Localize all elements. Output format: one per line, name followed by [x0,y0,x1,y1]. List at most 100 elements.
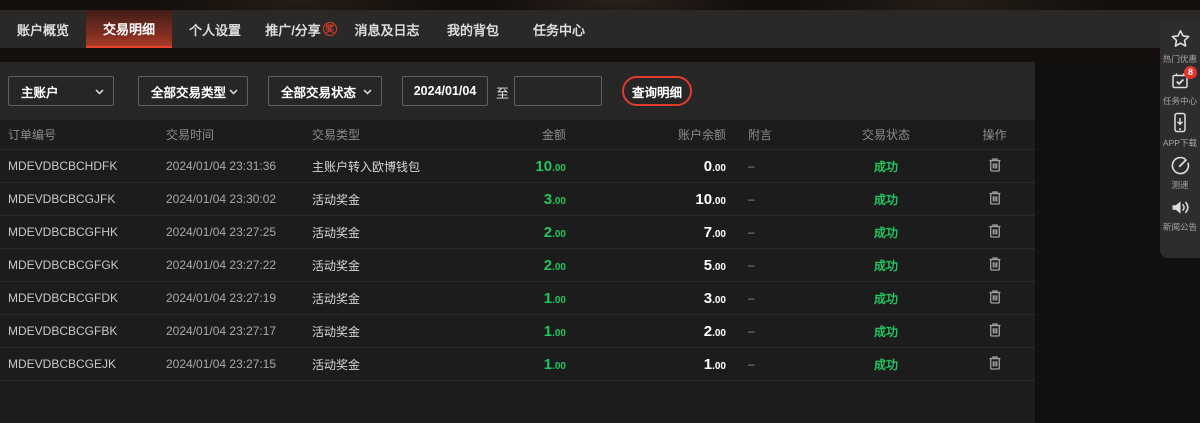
cell-transaction-time: 2024/01/04 23:27:19 [166,291,312,305]
cell-transaction-type: 活动奖金 [312,356,476,373]
table-row: MDEVDBCBCGFHK2024/01/04 23:27:25活动奖金2.00… [0,216,1035,249]
tab-消息及日志[interactable]: 消息及日志 [344,10,430,48]
cell-transaction-type: 活动奖金 [312,224,476,241]
trash-icon[interactable] [987,222,1003,239]
table-row: MDEVDBCBCGFDK2024/01/04 23:27:19活动奖金1.00… [0,282,1035,315]
tab-个人设置[interactable]: 个人设置 [172,10,258,48]
cell-account-balance: 10.00 [584,191,734,208]
speed-test-icon [1169,154,1191,176]
status-success-label: 成功 [874,160,898,174]
date-to-input[interactable] [514,76,602,106]
trash-icon[interactable] [987,354,1003,371]
cell-memo: – [734,225,818,239]
cell-actions [954,222,1035,242]
transaction-type-select[interactable]: 全部交易类型 [138,76,248,106]
table-body: MDEVDBCBCHDFK2024/01/04 23:31:36主账户转入欧博钱… [0,150,1035,381]
balance-value: 10.00 [695,193,726,207]
cell-memo: – [734,159,818,173]
cell-memo: – [734,192,818,206]
date-from-value: 2024/01/04 [414,84,477,98]
cell-transaction-time: 2024/01/04 23:30:02 [166,192,312,206]
cell-transaction-status: 成功 [818,224,954,241]
money-decimal: .00 [552,196,566,207]
tab-账户概览[interactable]: 账户概览 [0,10,86,48]
column-header: 交易状态 [818,126,954,143]
amount-value: 1.00 [544,358,566,372]
cell-amount: 10.00 [476,158,584,175]
sidebar-item-APP下载[interactable]: APP下载 [1160,112,1200,149]
cell-account-balance: 2.00 [584,323,734,340]
cell-transaction-time: 2024/01/04 23:27:22 [166,258,312,272]
date-from-input[interactable]: 2024/01/04 [402,76,488,106]
cell-amount: 2.00 [476,224,584,241]
cell-account-balance: 7.00 [584,224,734,241]
account-nav-tabs: 账户概览 交易明细个人设置推广/分享奖消息及日志我的背包任务中心 [0,10,1200,48]
cell-actions [954,354,1035,374]
trash-icon[interactable] [987,321,1003,338]
amount-value: 2.00 [544,226,566,240]
tab-label: 交易明细 [103,19,155,38]
cell-transaction-status: 成功 [818,290,954,307]
column-header: 账户余额 [584,126,734,143]
query-details-label: 查询明细 [632,82,682,101]
money-decimal: .00 [712,196,726,207]
cell-actions [954,189,1035,209]
query-details-button[interactable]: 查询明细 [622,76,692,106]
trash-icon[interactable] [987,255,1003,272]
sidebar-item-新闻公告[interactable]: 新闻公告 [1160,196,1200,233]
cell-actions [954,288,1035,308]
tab-我的背包[interactable]: 我的背包 [430,10,516,48]
column-header: 金额 [476,126,584,143]
money-decimal: .00 [712,229,726,240]
cell-transaction-type: 活动奖金 [312,191,476,208]
transaction-status-value: 全部交易状态 [281,82,356,101]
cell-memo: – [734,324,818,338]
announcement-icon [1169,196,1191,218]
sidebar-item-热门优惠[interactable]: 热门优惠 [1160,28,1200,65]
column-header: 操作 [954,126,1035,143]
sidebar-item-任务中心[interactable]: 8任务中心 [1160,70,1200,107]
cell-transaction-status: 成功 [818,191,954,208]
balance-value: 0.00 [704,160,726,174]
cell-memo: – [734,291,818,305]
trash-icon[interactable] [987,189,1003,206]
cell-transaction-status: 成功 [818,356,954,373]
tab-交易明细[interactable]: 交易明细 [86,10,172,48]
money-integer: 2 [704,323,712,340]
tab-label: 账户概览 [17,20,69,39]
sidebar-item-label: 任务中心 [1163,94,1197,106]
sidebar-item-label: 热门优惠 [1163,52,1197,64]
cell-amount: 1.00 [476,356,584,373]
cell-transaction-type: 活动奖金 [312,290,476,307]
cell-memo: – [734,258,818,272]
table-row: MDEVDBCBCHDFK2024/01/04 23:31:36主账户转入欧博钱… [0,150,1035,183]
status-success-label: 成功 [874,358,898,372]
money-decimal: .00 [552,295,566,306]
account-select[interactable]: 主账户 [8,76,114,106]
status-success-label: 成功 [874,292,898,306]
table-row: MDEVDBCBCGJFK2024/01/04 23:30:02活动奖金3.00… [0,183,1035,216]
tab-任务中心[interactable]: 任务中心 [516,10,602,48]
money-integer: 3 [704,290,712,307]
sidebar-item-label: 新闻公告 [1163,220,1197,232]
money-integer: 0 [704,158,712,175]
tab-推广/分享[interactable]: 推广/分享奖 [258,10,344,48]
money-integer: 1 [704,356,712,373]
column-header: 交易类型 [312,126,476,143]
money-decimal: .00 [712,328,726,339]
money-integer: 7 [704,224,712,241]
cell-account-balance: 3.00 [584,290,734,307]
cell-order-number: MDEVDBCBCGFBK [0,324,166,338]
promo-reward-badge: 奖 [323,22,337,36]
amount-value: 2.00 [544,259,566,273]
transaction-status-select[interactable]: 全部交易状态 [268,76,382,106]
cell-account-balance: 1.00 [584,356,734,373]
money-decimal: .00 [552,361,566,372]
table-row: MDEVDBCBCGEJK2024/01/04 23:27:15活动奖金1.00… [0,348,1035,381]
trash-icon[interactable] [987,156,1003,173]
trash-icon[interactable] [987,288,1003,305]
amount-value: 3.00 [544,193,566,207]
sidebar-item-测速[interactable]: 测速 [1160,154,1200,191]
status-success-label: 成功 [874,325,898,339]
cell-order-number: MDEVDBCBCGEJK [0,357,166,371]
